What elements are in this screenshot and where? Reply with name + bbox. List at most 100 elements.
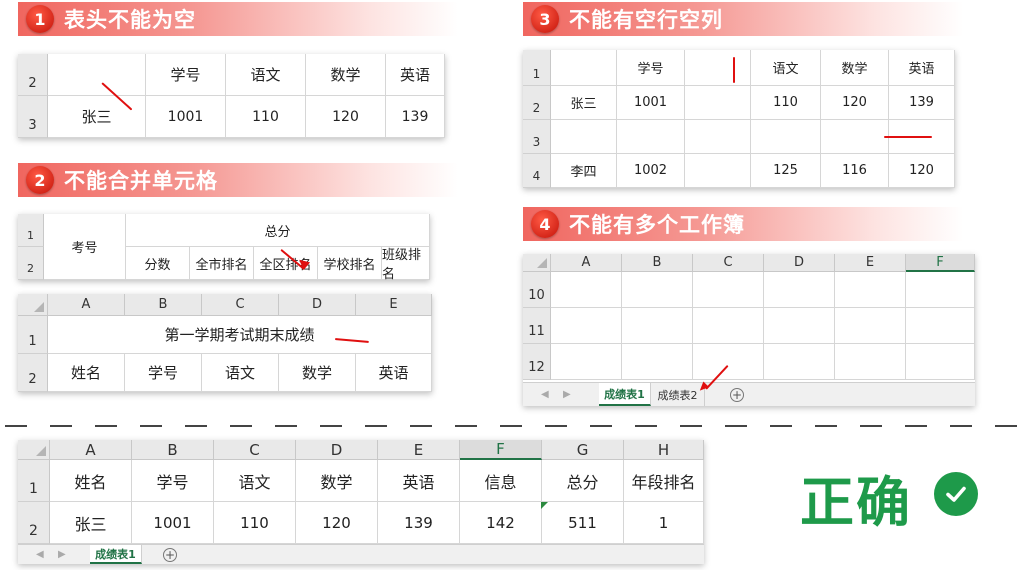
column-header[interactable]: B	[622, 254, 693, 272]
empty-row-cell[interactable]	[551, 120, 617, 154]
header-cell[interactable]: 英语	[356, 354, 432, 392]
empty-column-cell[interactable]	[685, 86, 751, 120]
grid-cell[interactable]	[551, 344, 622, 380]
sheet-tab-1[interactable]: 成绩表1	[599, 383, 651, 406]
column-header[interactable]: B	[125, 294, 202, 316]
tab-scroll-left-icon[interactable]: ◀	[541, 383, 549, 406]
grid-cell[interactable]	[622, 308, 693, 344]
header-cell[interactable]: 语文	[202, 354, 279, 392]
grid-cell[interactable]	[693, 272, 764, 308]
grid-cell[interactable]	[764, 308, 835, 344]
header-cell[interactable]: 英语	[378, 460, 460, 502]
row-header[interactable]: 11	[523, 308, 551, 344]
data-cell[interactable]: 120	[306, 96, 386, 138]
row-header[interactable]: 2	[18, 354, 48, 392]
grid-cell[interactable]	[764, 272, 835, 308]
header-cell[interactable]: 学号	[617, 50, 685, 86]
header-cell[interactable]: 学号	[125, 354, 202, 392]
column-header[interactable]: E	[378, 440, 460, 460]
header-cell[interactable]: 数学	[296, 460, 378, 502]
data-cell[interactable]: 1	[624, 502, 704, 544]
row-header[interactable]: 3	[523, 120, 551, 154]
header-cell[interactable]: 英语	[889, 50, 955, 86]
row-header[interactable]: 3	[18, 96, 48, 138]
column-header[interactable]: A	[551, 254, 622, 272]
header-cell[interactable]: 数学	[279, 354, 356, 392]
grid-cell[interactable]	[693, 344, 764, 380]
grid-cell[interactable]	[906, 272, 975, 308]
grid-cell[interactable]	[551, 308, 622, 344]
data-cell[interactable]: 李四	[551, 154, 617, 188]
grid-cell[interactable]	[693, 308, 764, 344]
data-cell[interactable]: 120	[296, 502, 378, 544]
header-cell[interactable]: 语文	[751, 50, 821, 86]
data-cell[interactable]: 511	[542, 502, 624, 544]
empty-row-cell[interactable]	[617, 120, 685, 154]
grid-cell[interactable]	[835, 272, 906, 308]
header-cell[interactable]: 英语	[386, 54, 445, 96]
data-cell[interactable]: 110	[214, 502, 296, 544]
column-header[interactable]: D	[764, 254, 835, 272]
column-header[interactable]: H	[624, 440, 704, 460]
column-header[interactable]: C	[214, 440, 296, 460]
header-cell[interactable]: 信息	[460, 460, 542, 502]
data-cell[interactable]: 142	[460, 502, 542, 544]
row-header[interactable]: 10	[523, 272, 551, 308]
data-cell[interactable]: 120	[821, 86, 889, 120]
select-all-corner[interactable]	[18, 294, 48, 316]
column-header[interactable]: C	[693, 254, 764, 272]
row-header[interactable]: 2	[18, 502, 50, 544]
grid-cell[interactable]	[764, 344, 835, 380]
merged-cell-kaohao[interactable]: 考号	[44, 214, 126, 280]
merged-cell-total[interactable]: 总分	[126, 214, 430, 247]
row-header[interactable]: 1	[18, 316, 48, 354]
empty-column-cell[interactable]	[685, 50, 751, 86]
column-header[interactable]: E	[835, 254, 906, 272]
empty-row-cell[interactable]	[821, 120, 889, 154]
grid-cell[interactable]	[906, 344, 975, 380]
sheet-tab-1[interactable]: 成绩表1	[90, 545, 142, 564]
tab-scroll-right-icon[interactable]: ▶	[58, 545, 66, 564]
data-cell[interactable]: 125	[751, 154, 821, 188]
grid-cell[interactable]	[622, 272, 693, 308]
tab-scroll-left-icon[interactable]: ◀	[36, 545, 44, 564]
header-cell[interactable]: 数学	[821, 50, 889, 86]
header-cell[interactable]: 姓名	[50, 460, 132, 502]
merged-title-cell[interactable]: 第一学期考试期末成绩	[48, 316, 432, 354]
data-cell[interactable]: 张三	[48, 96, 146, 138]
empty-column-cell[interactable]	[685, 154, 751, 188]
column-header[interactable]: D	[279, 294, 356, 316]
empty-row-cell[interactable]	[751, 120, 821, 154]
select-all-corner[interactable]	[523, 254, 551, 272]
grid-cell[interactable]	[551, 272, 622, 308]
data-cell[interactable]: 1001	[132, 502, 214, 544]
row-header[interactable]: 12	[523, 344, 551, 380]
data-cell[interactable]: 116	[821, 154, 889, 188]
sub-header-cell[interactable]: 分数	[126, 247, 190, 280]
header-cell[interactable]: 语文	[214, 460, 296, 502]
empty-row-cell[interactable]	[685, 120, 751, 154]
data-cell[interactable]: 张三	[50, 502, 132, 544]
row-header[interactable]: 1	[523, 50, 551, 86]
select-all-corner[interactable]	[18, 440, 50, 460]
data-cell[interactable]: 110	[751, 86, 821, 120]
row-header[interactable]: 2	[18, 247, 44, 280]
data-cell[interactable]: 1001	[617, 86, 685, 120]
sub-header-cell[interactable]: 班级排名	[382, 247, 430, 280]
data-cell[interactable]: 1001	[146, 96, 226, 138]
row-header[interactable]: 1	[18, 214, 44, 247]
grid-cell[interactable]	[622, 344, 693, 380]
sub-header-cell[interactable]: 学校排名	[318, 247, 382, 280]
grid-cell[interactable]	[835, 344, 906, 380]
row-header[interactable]: 2	[18, 54, 48, 96]
data-cell[interactable]: 张三	[551, 86, 617, 120]
add-sheet-plus-icon[interactable]: +	[730, 388, 744, 402]
tab-scroll-right-icon[interactable]: ▶	[563, 383, 571, 406]
column-header[interactable]: E	[356, 294, 432, 316]
grid-cell[interactable]	[906, 308, 975, 344]
data-cell[interactable]: 139	[378, 502, 460, 544]
column-header[interactable]: A	[50, 440, 132, 460]
header-cell[interactable]: 年段排名	[624, 460, 704, 502]
column-header[interactable]: B	[132, 440, 214, 460]
sub-header-cell[interactable]: 全市排名	[190, 247, 254, 280]
